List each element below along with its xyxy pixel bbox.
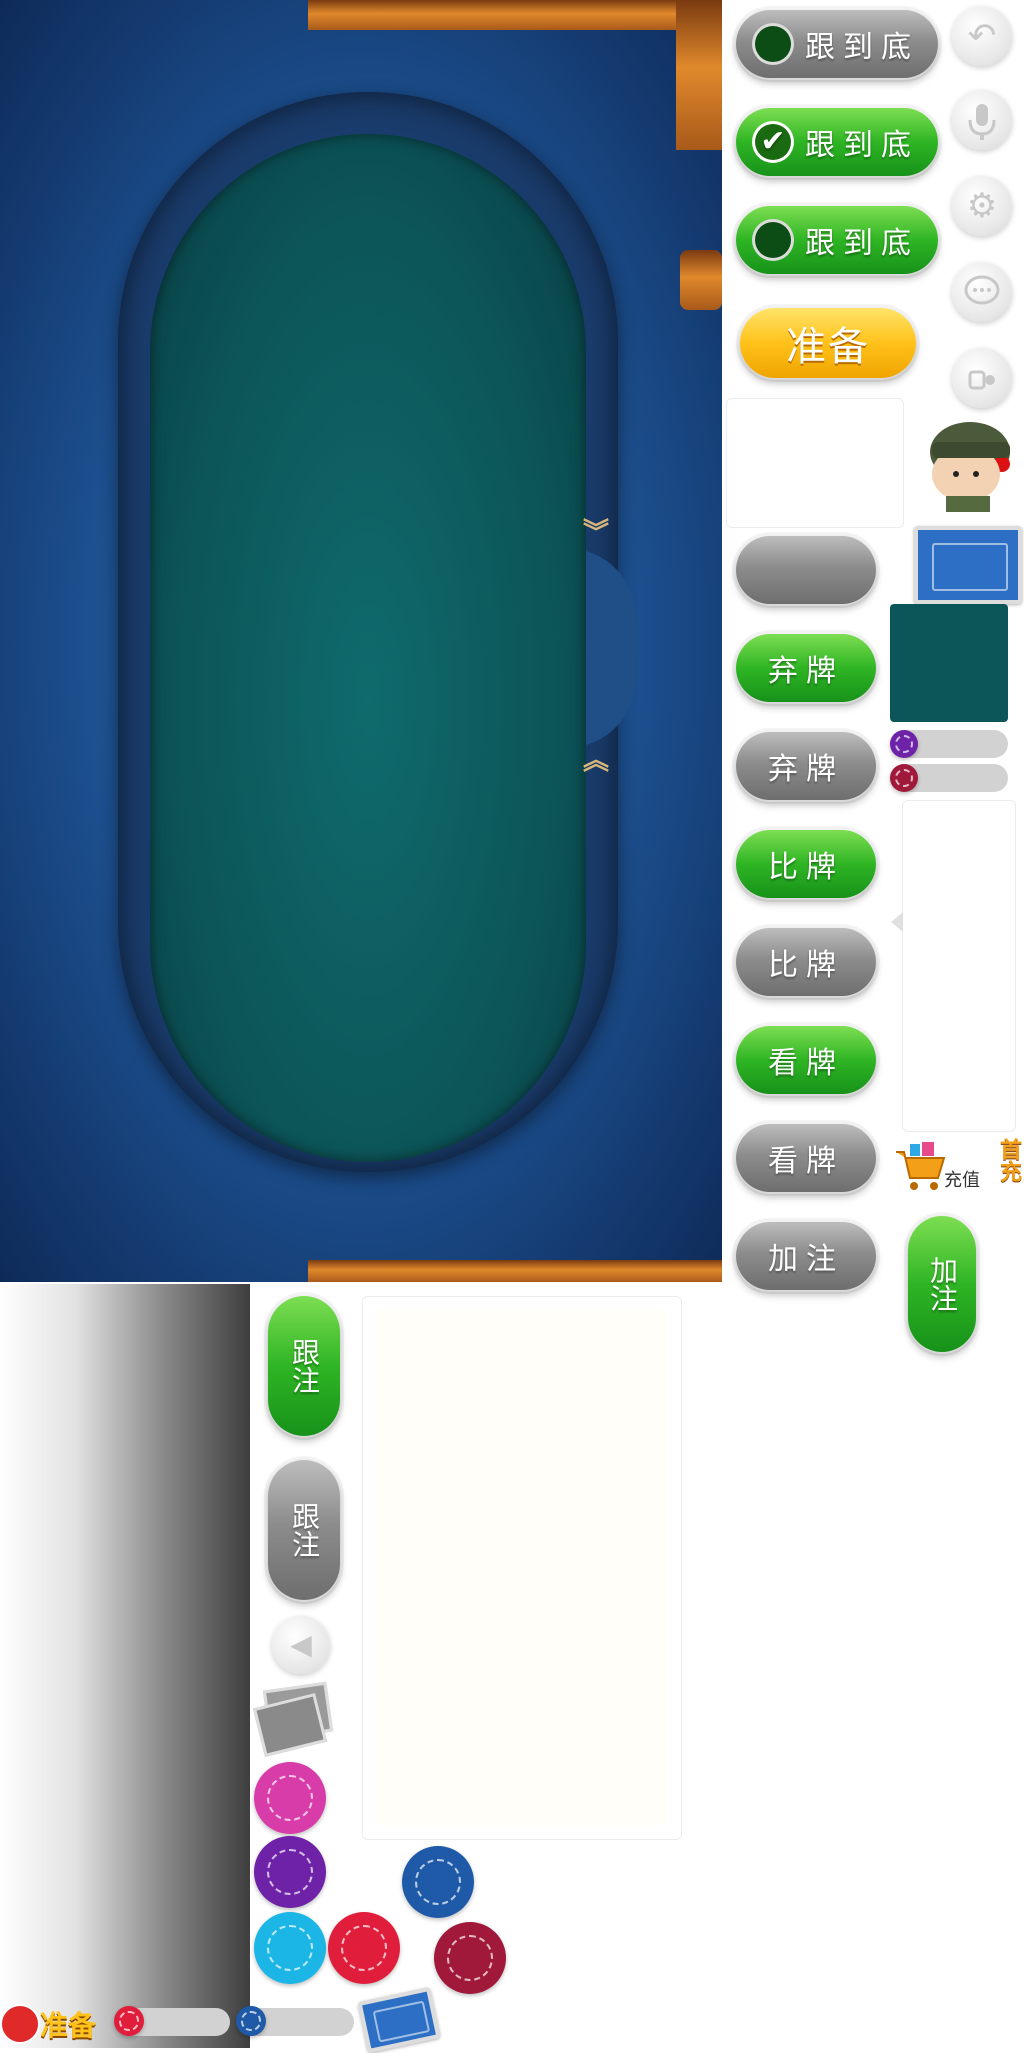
raise-button-disabled[interactable]: 加注	[736, 1222, 876, 1290]
profile-glyph	[968, 370, 995, 390]
table-wood-bottom	[308, 1260, 722, 1282]
follow-to-end-checked-label: 跟到底	[805, 128, 919, 163]
table-felt	[150, 134, 586, 1162]
look-button-disabled[interactable]: 看牌	[736, 1124, 876, 1192]
card-deck-icon	[252, 1681, 334, 1757]
fold-button-disabled[interactable]: 弃牌	[736, 732, 876, 800]
chip-red	[328, 1912, 400, 1984]
soldier-avatar-image	[930, 422, 1010, 512]
content-panel	[362, 1296, 682, 1840]
gear-icon[interactable]: ⚙	[952, 176, 1012, 236]
chip-blue-small	[236, 2006, 266, 2036]
table-ornament-right-top	[676, 0, 722, 150]
recharge-button[interactable]: 充值 首充	[892, 1138, 1022, 1202]
radio-off-icon	[755, 222, 791, 258]
chat-bubble-tail	[891, 912, 903, 932]
follow-to-end-checked-button[interactable]: ✔ 跟到底	[736, 108, 938, 176]
compare-label: 比牌	[768, 948, 844, 983]
compare-button-active[interactable]: 比牌	[736, 830, 876, 898]
first-recharge-badge: 首充	[996, 1138, 1021, 1182]
follow-to-end-on-button[interactable]: 跟到底	[736, 206, 938, 274]
call-button-vertical-active[interactable]: 跟注	[268, 1296, 340, 1436]
raise-label: 加注	[926, 1256, 959, 1312]
chip-maroon	[434, 1922, 506, 1994]
fold-button-active[interactable]: 弃牌	[736, 634, 876, 702]
look-label: 看牌	[768, 1046, 844, 1081]
follow-to-end-off-label: 跟到底	[805, 30, 919, 65]
fold-label: 弃牌	[768, 654, 844, 689]
chip-blue	[402, 1846, 474, 1918]
look-label: 看牌	[768, 1144, 844, 1179]
follow-to-end-off-button[interactable]: 跟到底	[736, 10, 938, 78]
ready-button[interactable]: 准备	[740, 308, 916, 378]
chip-purple-small	[890, 730, 918, 758]
table-wood-top	[308, 0, 688, 30]
check-icon: ✔	[755, 124, 791, 160]
follow-to-end-on-label: 跟到底	[805, 226, 919, 261]
arrow-left-icon[interactable]: ◀	[272, 1616, 330, 1674]
call-button-vertical-disabled[interactable]: 跟注	[268, 1460, 340, 1600]
call-label: 跟注	[288, 1338, 321, 1394]
felt-swatch	[890, 604, 1008, 722]
card-back-image	[914, 526, 1022, 604]
table-ornament-right	[680, 250, 722, 310]
ready-status-icon	[0, 2004, 40, 2044]
recharge-label: 充值	[944, 1170, 980, 1191]
chevron-up-icon: ︽	[582, 746, 609, 776]
back-icon[interactable]: ↶	[952, 6, 1012, 66]
chip-red-small	[114, 2006, 144, 2036]
blank-grey-button[interactable]	[736, 536, 876, 604]
chip-purple	[254, 1836, 326, 1908]
avatar	[910, 412, 1024, 512]
shadow-gradient-panel	[0, 1284, 250, 2048]
chip-red-small	[890, 764, 918, 792]
fold-label: 弃牌	[768, 752, 844, 787]
profile-icon[interactable]	[952, 348, 1012, 408]
poker-table-background: ︾ ︽	[0, 0, 722, 1282]
microphone-icon[interactable]	[952, 90, 1012, 150]
ready-button-label: 准备	[786, 324, 870, 370]
chat-glyph	[964, 275, 1000, 305]
ready-badge-label: 准备	[40, 2009, 97, 2042]
chip-magenta	[254, 1762, 326, 1834]
raise-button-vertical[interactable]: 加注	[908, 1216, 976, 1352]
shopping-cart-icon	[896, 1142, 946, 1190]
message-panel	[726, 398, 904, 528]
microphone-glyph	[968, 104, 996, 140]
chip-cyan	[254, 1912, 326, 1984]
compare-label: 比牌	[768, 850, 844, 885]
look-button-active[interactable]: 看牌	[736, 1026, 876, 1094]
chat-icon[interactable]	[952, 262, 1012, 322]
card-back-small	[357, 1986, 441, 2053]
chat-bubble-panel	[902, 800, 1016, 1132]
chevron-down-icon: ︾	[582, 518, 609, 548]
radio-off-icon	[755, 26, 791, 62]
content-panel-inner	[377, 1309, 667, 1825]
compare-button-disabled[interactable]: 比牌	[736, 928, 876, 996]
raise-label: 加注	[768, 1242, 844, 1277]
call-label: 跟注	[288, 1502, 321, 1558]
